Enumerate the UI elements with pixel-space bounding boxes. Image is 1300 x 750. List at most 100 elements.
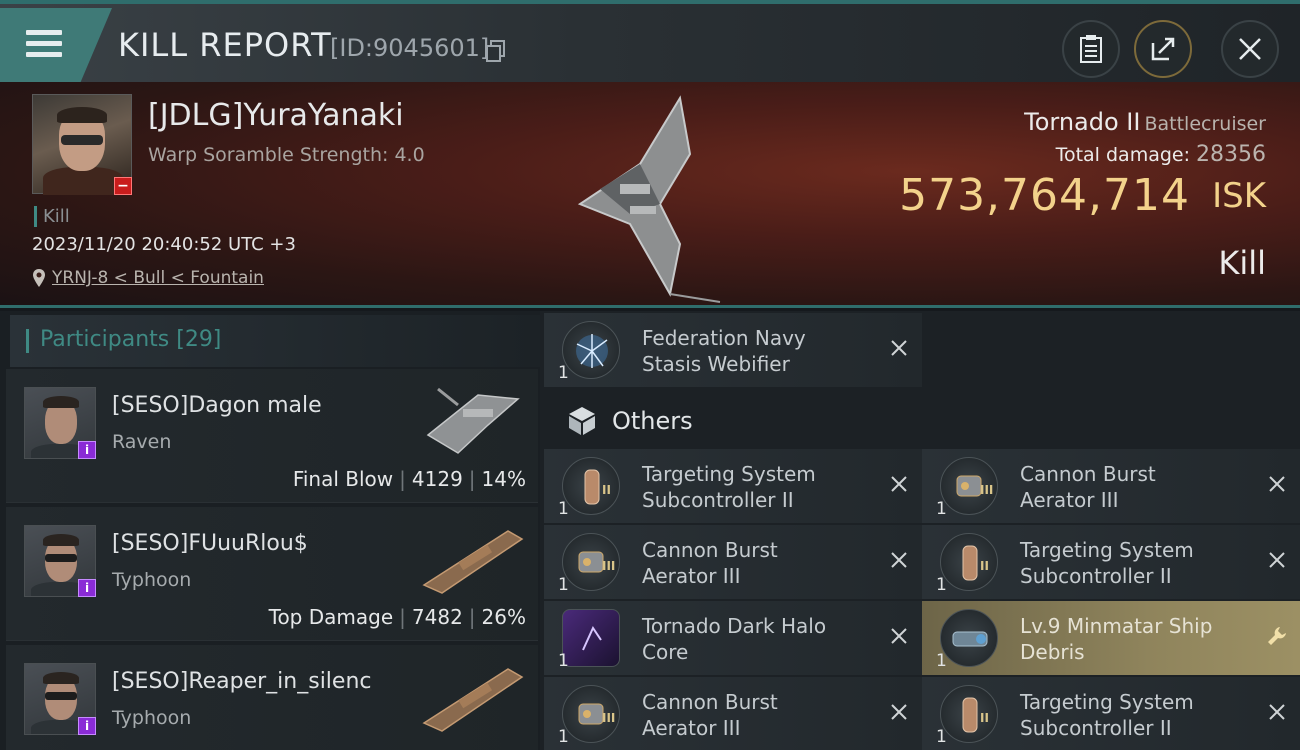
participants-panel: Participants [29] i [SESO]Dagon male Rav… (0, 311, 540, 750)
total-damage-value: 28356 (1196, 142, 1266, 167)
module-item[interactable]: II 1 Targeting System Subcontroller II (922, 525, 1300, 599)
kill-datetime: 2023/11/20 20:40:52 UTC +3 (32, 234, 296, 255)
tier-label: II (980, 559, 989, 573)
module-qty: 1 (936, 651, 947, 671)
module-qty: 1 (558, 575, 569, 595)
module-name-line2: Aerator III (642, 716, 741, 740)
stasis-webifier-icon (562, 321, 620, 379)
participant-name: [SESO]Reaper_in_silenc (112, 669, 372, 694)
page-title: KILL REPORT (118, 26, 332, 64)
clipboard-icon (1080, 35, 1102, 63)
module-item[interactable]: 1 Federation Navy Stasis Webifier (544, 313, 922, 387)
module-name-line2: Debris (1020, 640, 1085, 664)
location-pin-icon (33, 269, 45, 287)
module-item[interactable]: III 1 Cannon Burst Aerator III (544, 677, 922, 750)
module-qty: 1 (936, 575, 947, 595)
corp-badge: i (78, 579, 96, 597)
close-icon (1239, 38, 1261, 60)
module-name-line2: Subcontroller II (1020, 716, 1172, 740)
targeting-subcontroller-icon (562, 457, 620, 515)
module-name-line2: Stasis Webifier (642, 352, 790, 376)
isk-value: 573,764,714 (899, 170, 1190, 221)
total-damage-label: Total damage: (1055, 144, 1190, 166)
targeting-subcontroller-icon (940, 533, 998, 591)
tier-label: III (602, 711, 616, 725)
victim-ship-image (577, 95, 721, 303)
participant-role: Final Blow (292, 467, 394, 491)
module-item[interactable]: III 1 Cannon Burst Aerator III (922, 449, 1300, 523)
module-name-line1: Tornado Dark Halo (642, 614, 827, 638)
module-item[interactable]: II 1 Targeting System Subcontroller II (922, 677, 1300, 750)
destroyed-x-icon (1269, 704, 1285, 720)
participant-ship-image (426, 387, 520, 454)
module-name-line1: Targeting System (1020, 538, 1194, 562)
ship-debris-icon (940, 609, 998, 667)
targeting-subcontroller-icon (940, 685, 998, 743)
location-link[interactable]: YRNJ-8 < Bull < Fountain (52, 268, 264, 288)
participant-ship: Typhoon (112, 569, 192, 591)
module-name-line1: Lv.9 Minmatar Ship (1020, 614, 1213, 638)
module-item[interactable]: II 1 Targeting System Subcontroller II (544, 449, 922, 523)
participant-row[interactable]: i [SESO]FUuuRlou$ Typhoon Top Damage | 748… (6, 507, 538, 641)
victim-banner: − [JDLG]YuraYanaki Warp Soramble Strengt… (0, 82, 1300, 308)
cube-icon (569, 407, 595, 435)
module-name-line1: Federation Navy (642, 326, 806, 350)
participants-label: Participants (40, 327, 170, 352)
module-qty: 1 (558, 651, 569, 671)
destroyed-x-icon (1269, 476, 1285, 492)
tier-label: II (980, 711, 989, 725)
destroyed-x-icon (891, 340, 907, 356)
menu-icon (26, 30, 62, 60)
participants-header: Participants [29] (10, 315, 540, 367)
module-name-line2: Subcontroller II (1020, 564, 1172, 588)
share-button[interactable] (1134, 20, 1192, 78)
corp-badge: i (78, 441, 96, 459)
module-item[interactable]: 1 Lv.9 Minmatar Ship Debris (922, 601, 1300, 675)
participant-percent: 14% (481, 467, 526, 491)
victim-ship-class: Battlecruiser (1144, 113, 1266, 135)
module-name-line2: Aerator III (1020, 488, 1119, 512)
clipboard-button[interactable] (1062, 20, 1120, 78)
module-item[interactable]: III 1 Cannon Burst Aerator III (544, 525, 922, 599)
participants-count: [29] (176, 327, 222, 352)
modules-panel: 1 Federation Navy Stasis Webifier Others… (540, 311, 1300, 750)
participant-damage: 7482 (411, 605, 463, 629)
module-name-line2: Core (642, 640, 689, 664)
module-qty: 1 (936, 499, 947, 519)
copy-icon[interactable] (486, 40, 506, 62)
menu-button[interactable] (0, 8, 112, 82)
participant-name: [SESO]Dagon male (112, 393, 322, 418)
module-name-line1: Targeting System (642, 462, 816, 486)
module-qty: 1 (936, 727, 947, 747)
participant-percent: 26% (481, 605, 526, 629)
participant-row[interactable]: i [SESO]Dagon male Raven Final Blow | 4129… (6, 369, 538, 503)
participant-row[interactable]: i [SESO]Reaper_in_silenc Typhoon (6, 645, 538, 750)
isk-unit: ISK (1212, 176, 1266, 216)
share-icon (1151, 37, 1175, 61)
participant-name: [SESO]FUuuRlou$ (112, 531, 308, 556)
corp-badge: i (78, 717, 96, 735)
others-label: Others (612, 407, 693, 435)
participant-ship: Raven (112, 431, 172, 453)
destroyed-x-icon (891, 628, 907, 644)
destroyed-x-icon (891, 476, 907, 492)
destroyed-x-icon (891, 552, 907, 568)
wrench-icon[interactable] (1266, 625, 1288, 647)
warp-scramble: Warp Soramble Strength: 4.0 (148, 144, 425, 166)
module-name-line1: Cannon Burst (642, 538, 778, 562)
participant-ship-image (422, 530, 524, 594)
participant-role: Top Damage (268, 605, 394, 629)
result-label: Kill (1218, 244, 1266, 282)
module-name-line1: Cannon Burst (642, 690, 778, 714)
participant-damage: 4129 (411, 467, 463, 491)
dark-halo-core-icon (562, 609, 620, 667)
report-id: [ID:9045601] (330, 34, 490, 62)
module-qty: 1 (558, 363, 569, 383)
victim-name[interactable]: [JDLG]YuraYanaki (148, 98, 404, 133)
close-button[interactable] (1221, 20, 1279, 78)
module-qty: 1 (558, 727, 569, 747)
victim-ship: Tornado II Battlecruiser (1024, 108, 1266, 136)
module-name-line2: Aerator III (642, 564, 741, 588)
status-tag: Kill (34, 206, 70, 227)
module-item[interactable]: 1 Tornado Dark Halo Core (544, 601, 922, 675)
